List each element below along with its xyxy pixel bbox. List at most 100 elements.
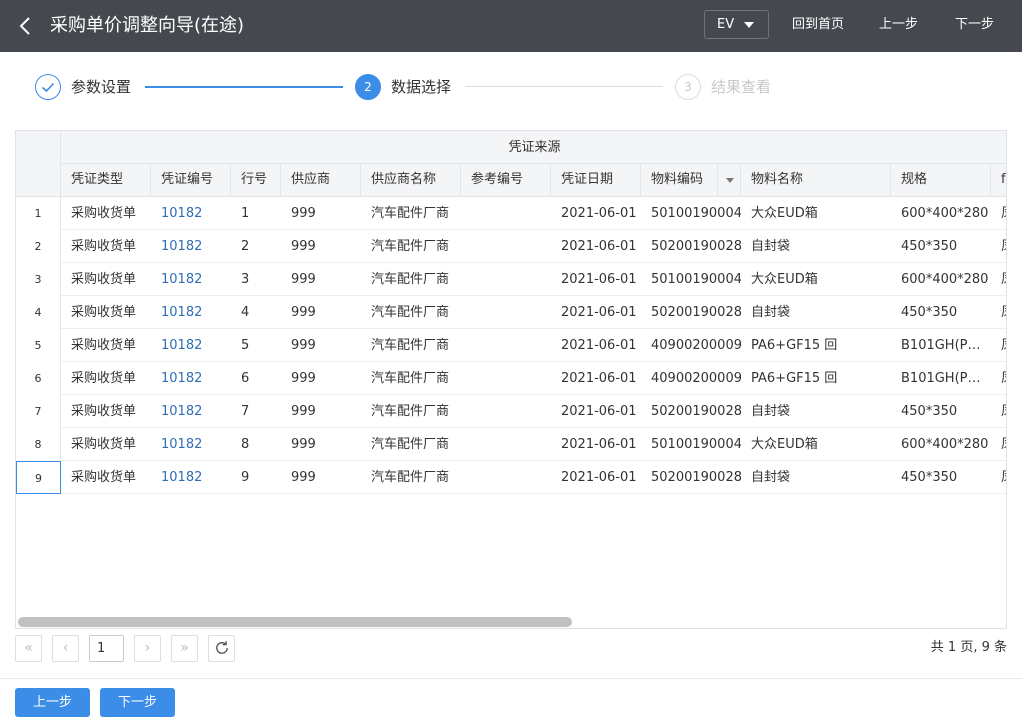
- cell-date: 2021-06-01: [561, 437, 637, 452]
- cell-line-no: 3: [241, 272, 250, 287]
- col-header-vendor-name[interactable]: 供应商名称: [361, 164, 461, 197]
- cell-material-name: PA6+GF15 回: [751, 338, 838, 353]
- table-row[interactable]: 6 采购收货单 10182 6 999 汽车配件厂商 2021-06-01 409002000…: [16, 362, 1006, 395]
- cell-ref-no: [461, 296, 551, 329]
- last-page-icon[interactable]: »: [171, 635, 198, 662]
- header-next-button[interactable]: 下一步: [955, 16, 994, 34]
- cell-material-name: 大众EUD箱: [751, 206, 818, 221]
- row-number[interactable]: 2: [16, 230, 61, 263]
- cell-date: 2021-06-01: [561, 404, 637, 419]
- row-number[interactable]: 4: [16, 296, 61, 329]
- col-header-type[interactable]: 凭证类型: [61, 164, 151, 197]
- prev-page-icon[interactable]: ‹: [52, 635, 79, 662]
- cell-date: 2021-06-01: [561, 239, 637, 254]
- row-number[interactable]: 7: [16, 395, 61, 428]
- cell-material-name: PA6+GF15 回: [751, 371, 838, 386]
- cell-extra: 凤: [991, 362, 1006, 395]
- col-header-extra[interactable]: f: [991, 164, 1006, 197]
- header-prev-button[interactable]: 上一步: [879, 16, 918, 34]
- cell-doc-no[interactable]: 10182: [151, 362, 231, 395]
- cell-vendor-name: 汽车配件厂商: [371, 239, 450, 254]
- col-header-date[interactable]: 凭证日期: [551, 164, 641, 197]
- cell-date: 2021-06-01: [561, 272, 637, 287]
- cell-ref-no: [461, 197, 551, 230]
- cell-vendor-name: 汽车配件厂商: [371, 338, 450, 353]
- cell-material-code: 50100190004: [651, 206, 741, 221]
- cell-vendor-name: 汽车配件厂商: [371, 305, 450, 320]
- cell-material-name: 大众EUD箱: [751, 437, 818, 452]
- table-row[interactable]: 4 采购收货单 10182 4 999 汽车配件厂商 2021-06-01 502001900…: [16, 296, 1006, 329]
- cell-spec: 450*350: [901, 404, 958, 419]
- col-header-ref-no[interactable]: 参考编号: [461, 164, 551, 197]
- refresh-icon[interactable]: [208, 635, 235, 662]
- cell-vendor-name: 汽车配件厂商: [371, 404, 450, 419]
- page-title: 采购单价调整向导(在途): [50, 15, 245, 36]
- cell-spec: 450*350: [901, 470, 958, 485]
- cell-doc-no[interactable]: 10182: [151, 296, 231, 329]
- cell-doc-no[interactable]: 10182: [151, 461, 231, 494]
- back-arrow-icon[interactable]: [14, 14, 38, 38]
- footer-prev-button[interactable]: 上一步: [15, 688, 90, 717]
- cell-material-code: 40900200009: [651, 371, 741, 386]
- horizontal-scrollbar[interactable]: [18, 617, 572, 627]
- cell-extra: 凤: [991, 461, 1006, 494]
- cell-date: 2021-06-01: [561, 305, 637, 320]
- col-header-spec[interactable]: 规格: [891, 164, 991, 197]
- cell-line-no: 1: [241, 206, 250, 221]
- cell-material-name: 自封袋: [751, 305, 791, 320]
- cell-doc-no[interactable]: 10182: [151, 329, 231, 362]
- row-number[interactable]: 9: [16, 461, 61, 494]
- cell-spec: B101GH(P…: [901, 338, 981, 353]
- table-row[interactable]: 3 采购收货单 10182 3 999 汽车配件厂商 2021-06-01 501001900…: [16, 263, 1006, 296]
- cell-spec: 600*400*280: [901, 272, 989, 287]
- cell-ref-no: [461, 230, 551, 263]
- cell-vendor: 999: [291, 239, 316, 254]
- step-connector-2: [465, 86, 663, 87]
- cell-spec: 450*350: [901, 239, 958, 254]
- cell-doc-no[interactable]: 10182: [151, 263, 231, 296]
- cell-type: 采购收货单: [71, 305, 137, 320]
- next-page-icon[interactable]: ›: [134, 635, 161, 662]
- col-header-material-name[interactable]: 物料名称: [741, 164, 891, 197]
- cell-date: 2021-06-01: [561, 371, 637, 386]
- cell-line-no: 5: [241, 338, 250, 353]
- row-number[interactable]: 3: [16, 263, 61, 296]
- cell-type: 采购收货单: [71, 206, 137, 221]
- row-number[interactable]: 5: [16, 329, 61, 362]
- table-row[interactable]: 8 采购收货单 10182 8 999 汽车配件厂商 2021-06-01 501001900…: [16, 428, 1006, 461]
- col-header-line-no[interactable]: 行号: [231, 164, 281, 197]
- cell-doc-no[interactable]: 10182: [151, 428, 231, 461]
- sort-dropdown-icon[interactable]: [717, 164, 741, 197]
- table-row[interactable]: 9 采购收货单 10182 9 999 汽车配件厂商 2021-06-01 502001900…: [16, 461, 1006, 494]
- home-button[interactable]: 回到首页: [792, 16, 844, 34]
- row-number[interactable]: 1: [16, 197, 61, 230]
- cell-line-no: 2: [241, 239, 250, 254]
- col-header-doc-no[interactable]: 凭证编号: [151, 164, 231, 197]
- cell-extra: 凤: [991, 428, 1006, 461]
- col-header-vendor[interactable]: 供应商: [281, 164, 361, 197]
- col-header-material-code[interactable]: 物料编码: [641, 164, 717, 197]
- cell-vendor-name: 汽车配件厂商: [371, 437, 450, 452]
- cell-doc-no[interactable]: 10182: [151, 197, 231, 230]
- cell-material-code: 40900200009: [651, 338, 741, 353]
- cell-vendor: 999: [291, 371, 316, 386]
- cell-ref-no: [461, 461, 551, 494]
- row-number[interactable]: 6: [16, 362, 61, 395]
- table-row[interactable]: 5 采购收货单 10182 5 999 汽车配件厂商 2021-06-01 409002000…: [16, 329, 1006, 362]
- ev-dropdown[interactable]: EV: [704, 10, 769, 39]
- table-row[interactable]: 7 采购收货单 10182 7 999 汽车配件厂商 2021-06-01 502001900…: [16, 395, 1006, 428]
- cell-doc-no[interactable]: 10182: [151, 395, 231, 428]
- row-number[interactable]: 8: [16, 428, 61, 461]
- cell-material-code: 50200190028: [651, 239, 741, 254]
- table-row[interactable]: 2 采购收货单 10182 2 999 汽车配件厂商 2021-06-01 502001900…: [16, 230, 1006, 263]
- footer-next-button[interactable]: 下一步: [100, 688, 175, 717]
- cell-extra: 凤: [991, 197, 1006, 230]
- first-page-icon[interactable]: «: [15, 635, 42, 662]
- cell-ref-no: [461, 362, 551, 395]
- page-number-input[interactable]: [89, 635, 124, 662]
- cell-vendor: 999: [291, 206, 316, 221]
- step-2-label: 数据选择: [391, 78, 452, 96]
- cell-doc-no[interactable]: 10182: [151, 230, 231, 263]
- table-row[interactable]: 1 采购收货单 10182 1 999 汽车配件厂商 2021-06-01 501001900…: [16, 197, 1006, 230]
- cell-vendor-name: 汽车配件厂商: [371, 470, 450, 485]
